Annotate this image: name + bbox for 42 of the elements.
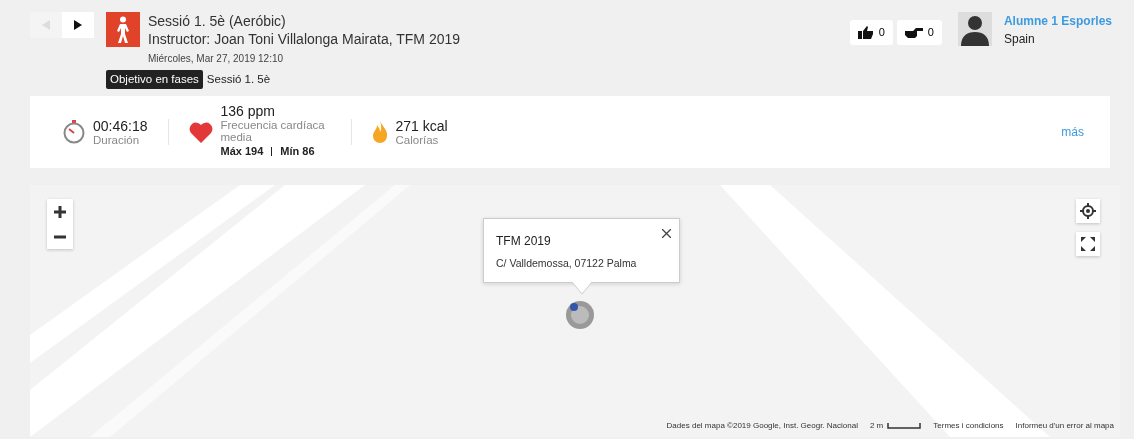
thumbs-up-icon <box>857 26 874 39</box>
close-icon <box>662 229 671 239</box>
session-date: Miércoles, Mar 27, 2019 12:10 <box>148 52 285 66</box>
min-value: Mín 86 <box>280 144 315 160</box>
stat-value: 271 kcal <box>395 118 448 134</box>
location-button[interactable] <box>1076 199 1100 223</box>
stat-label: Duración <box>93 133 141 146</box>
heart-icon <box>188 121 213 143</box>
terms-link[interactable]: Termes i condicions <box>933 420 1004 432</box>
scale-label: 2 m <box>869 420 884 432</box>
map-marker-icon[interactable] <box>565 300 595 330</box>
sport-icon <box>106 12 140 47</box>
avatar-icon <box>957 12 992 46</box>
zoom-out-button[interactable] <box>47 224 73 249</box>
stopwatch-icon <box>63 120 85 144</box>
stat-label: Frecuencia cardíaca media <box>220 119 326 144</box>
pointing-hand-icon <box>904 27 923 38</box>
flame-icon <box>371 120 388 144</box>
triangle-right-icon <box>74 20 82 30</box>
user-country: Spain <box>1003 31 1036 48</box>
plus-icon <box>54 205 66 218</box>
max-value: Máx 194 <box>220 144 264 160</box>
stat-label: Calorías <box>395 133 440 146</box>
scale-bar-icon <box>887 423 922 429</box>
stat-value: 00:46:18 <box>93 118 148 134</box>
goal-tag: Objetivo en fases <box>106 70 203 90</box>
fullscreen-icon <box>1081 237 1095 251</box>
zoom-in-button[interactable] <box>47 199 73 224</box>
popup-address: C/ Valldemossa, 07122 Palma <box>496 256 638 271</box>
goal-text: Sessió 1. 5è <box>206 72 271 87</box>
report-error-link[interactable]: Informeu d'un error al mapa <box>1015 420 1114 432</box>
point-button[interactable]: 0 <box>896 20 942 45</box>
target-icon <box>1080 203 1096 219</box>
next-button[interactable] <box>62 12 94 38</box>
like-button[interactable]: 0 <box>849 20 893 45</box>
minus-icon <box>54 234 66 239</box>
map-data-text: Dades del mapa ©2019 Google, Inst. Geogr. Nacional <box>666 420 858 432</box>
fullscreen-button[interactable] <box>1076 232 1100 256</box>
session-title: Sessió 1. 5è (Aeróbic) <box>148 12 287 30</box>
stat-value: 136 ppm <box>220 104 276 120</box>
popup-title: TFM 2019 <box>496 233 552 250</box>
instructor-text: Instructor: Joan Toni Villalonga Mairata, TFM 2019 <box>148 30 461 48</box>
